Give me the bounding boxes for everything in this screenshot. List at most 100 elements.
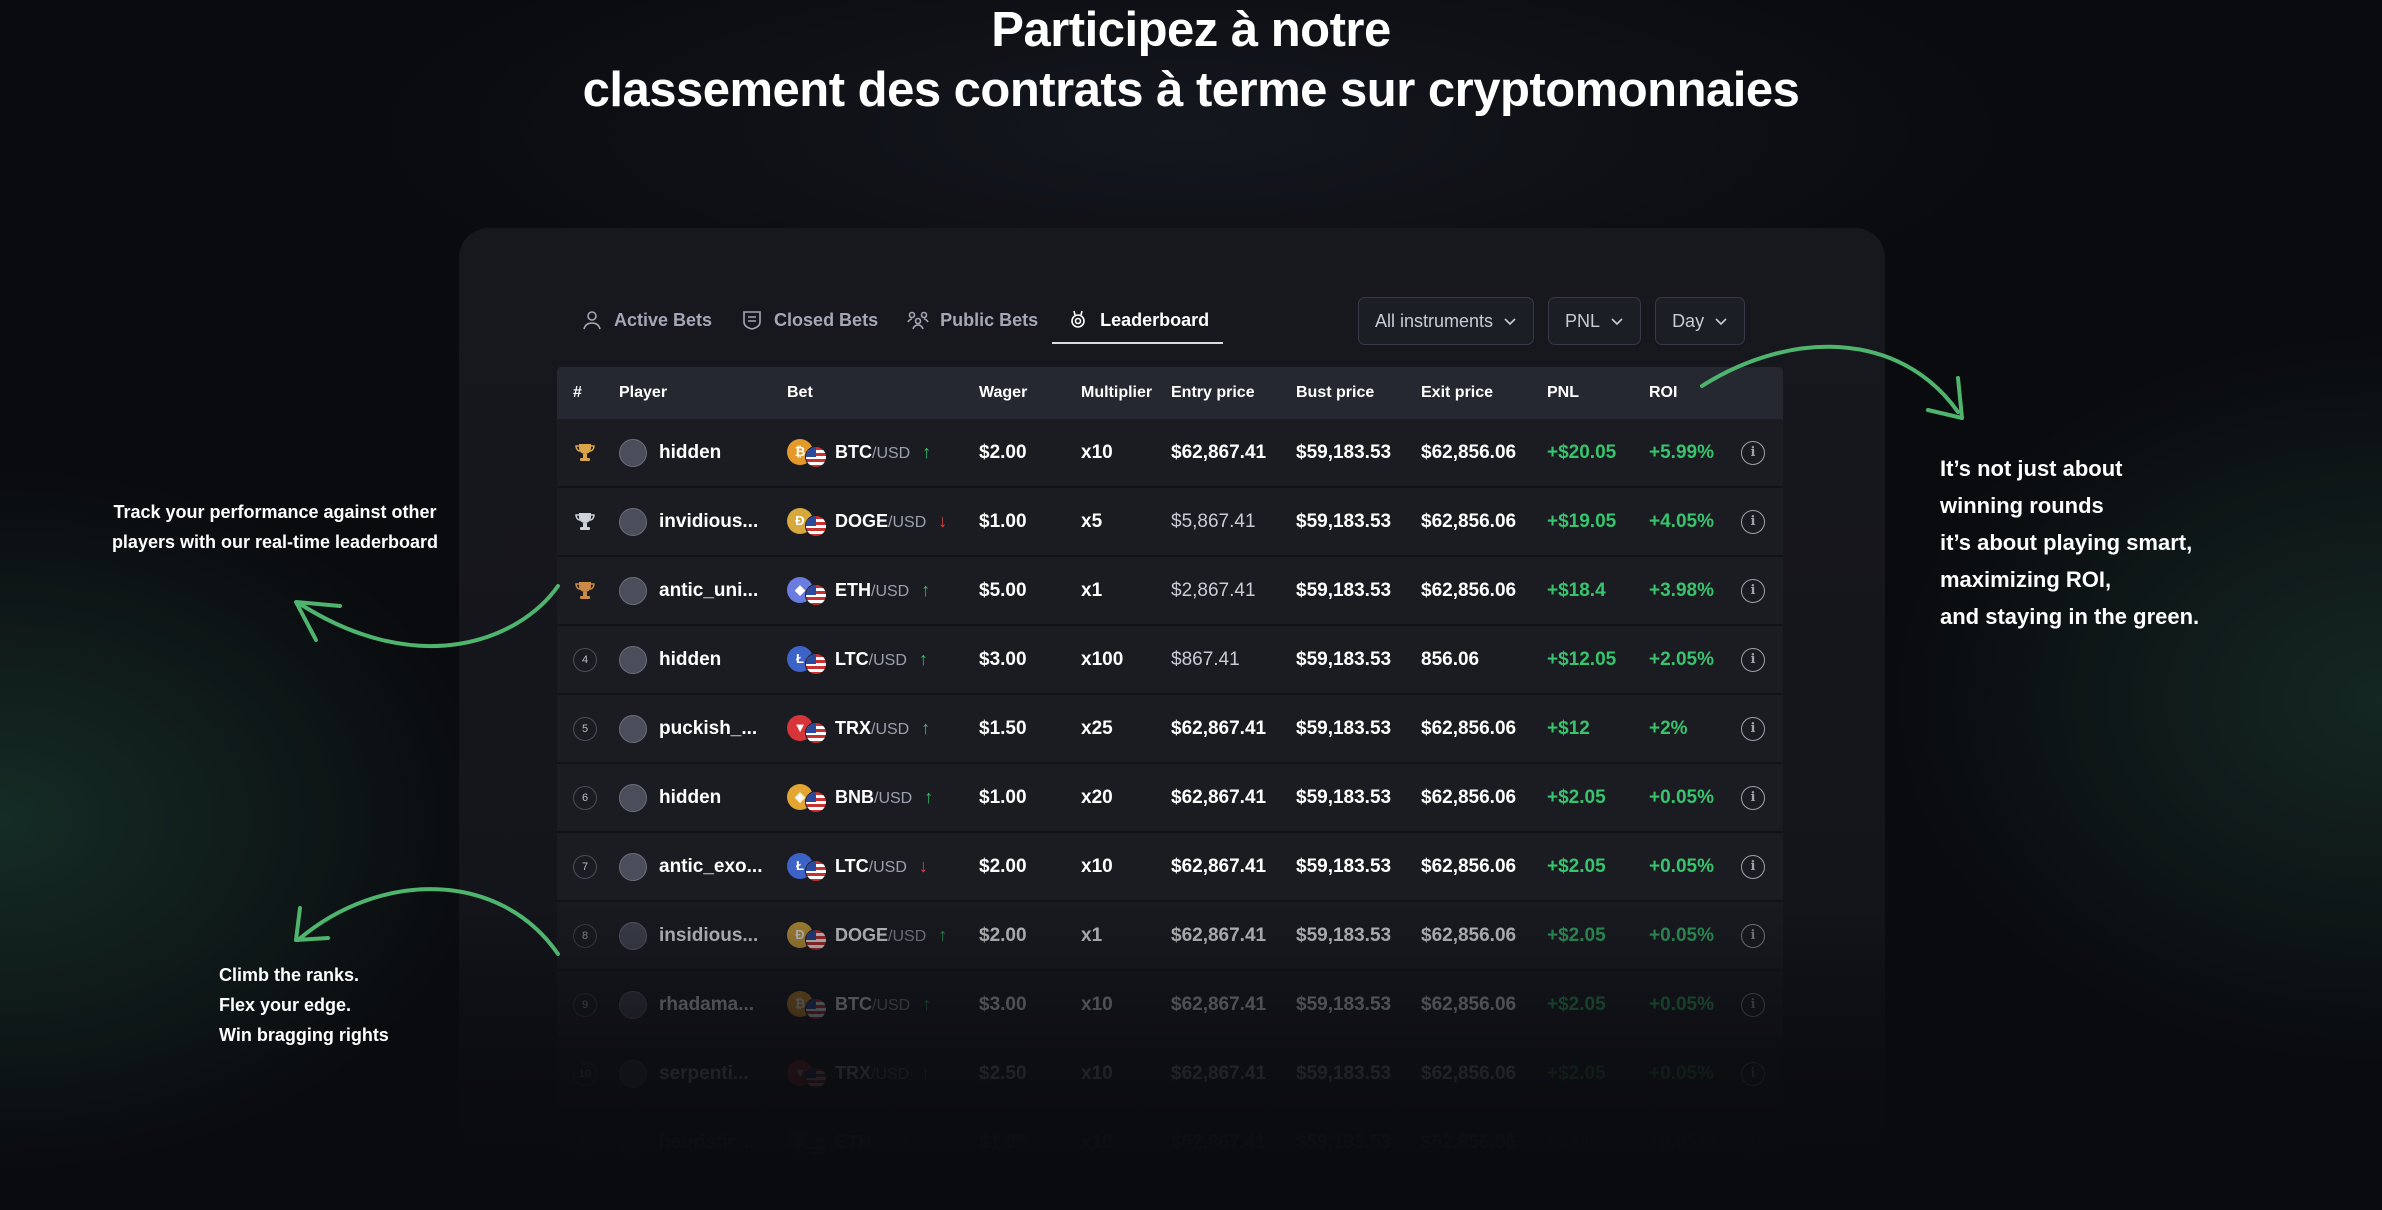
rank-badge: 11 [573,1130,597,1155]
tab-leaderboard[interactable]: Leaderboard [1052,298,1224,344]
bust-price-cell: $59,183.53 [1296,993,1392,1015]
rank-cell: 5 [557,716,619,741]
table-row[interactable]: 9 rhadama... ₿ BTC/USD ↑ $3.00 x10 $62,8… [557,971,1783,1040]
info-icon[interactable]: i [1741,1061,1765,1086]
roi-cell: +0.05% [1649,1131,1714,1153]
quote-currency: /USD [868,858,907,876]
tab-closed-bets-label: Closed Bets [774,309,879,330]
arrowhead-right [1926,376,1964,420]
info-icon[interactable]: i [1741,716,1765,741]
direction-up-icon: ↑ [924,787,934,807]
coin-symbol: DOGE [835,924,889,945]
player-cell[interactable]: antic_uni... [619,576,787,605]
headline-line-1: Participez à notre [991,3,1391,57]
bet-cell: Ł LTC/USD ↓ [787,852,979,882]
info-cell[interactable]: i [1741,509,1781,534]
table-row[interactable]: antic_uni... ◆ ETH/USD ↑ $5.00 x1 $2,867… [557,557,1783,626]
info-cell[interactable]: i [1741,923,1781,948]
coin-pair-icon: Ł [787,852,827,882]
tab-closed-bets[interactable]: Closed Bets [726,298,892,342]
direction-up-icon: ↑ [921,718,931,738]
note-line: Flex your edge. [219,995,352,1015]
info-cell[interactable]: i [1741,854,1781,879]
quote-currency: /USD [872,996,911,1014]
player-cell[interactable]: rhadama... [619,990,787,1019]
info-icon[interactable]: i [1741,509,1765,534]
table-row[interactable]: 4 hidden Ł LTC/USD ↑ $3.00 x100 $867.41 … [557,626,1783,695]
player-cell[interactable]: puckish_... [619,714,787,743]
player-cell[interactable]: insidious... [619,921,787,950]
player-name: hidden [659,441,722,463]
multiplier-cell: x1 [1081,924,1103,946]
info-cell[interactable]: i [1741,440,1781,465]
player-cell[interactable]: serpenti... [619,1059,787,1088]
player-name: invidious... [659,510,759,532]
table-row[interactable]: 7 antic_exo... Ł LTC/USD ↓ $2.00 x10 $62… [557,833,1783,902]
player-cell[interactable]: invidious... [619,507,787,536]
roi-cell: +0.05% [1649,993,1714,1015]
table-row[interactable]: 8 insidious... Ð DOGE/USD ↑ $2.00 x1 $62… [557,902,1783,971]
bet-cell: ◆ ETH/USD ↑ [787,1128,979,1158]
note-play-smart: It’s not just about winning rounds it’s … [1940,450,2270,635]
coin-pair-icon: ◈ [787,783,827,813]
usd-flag-icon [805,859,827,882]
entry-price-cell: $62,867.41 [1171,1131,1267,1153]
roi-cell: +0.05% [1649,1062,1714,1084]
pnl-cell: +$18.4 [1547,579,1606,601]
table-row[interactable]: hidden ₿ BTC/USD ↑ $2.00 x10 $62,867.41 … [557,419,1783,488]
wager-cell: $1.00 [979,510,1027,532]
rank-badge: 4 [573,647,597,672]
info-icon[interactable]: i [1741,992,1765,1017]
coin-pair-icon: ◆ [787,576,827,606]
player-cell[interactable]: heuristic... [619,1128,787,1157]
rank-badge: 5 [573,716,597,741]
info-icon[interactable]: i [1741,647,1765,672]
table-row[interactable]: invidious... Ð DOGE/USD ↓ $1.00 x5 $5,86… [557,488,1783,557]
wager-cell: $3.00 [979,648,1027,670]
info-cell[interactable]: i [1741,992,1781,1017]
info-cell[interactable]: i [1741,785,1781,810]
info-icon[interactable]: i [1741,785,1765,810]
avatar [619,1059,647,1088]
info-icon[interactable]: i [1741,854,1765,879]
info-icon[interactable]: i [1741,440,1765,465]
coin-symbol: BTC [835,441,872,462]
bet-cell: ◆ ETH/USD ↑ [787,576,979,606]
note-line: it’s about playing smart, [1940,530,2193,555]
player-name: rhadama... [659,993,755,1015]
coin-symbol: BTC [835,993,872,1014]
table-row[interactable]: 5 puckish_... ▼ TRX/USD ↑ $1.50 x25 $62,… [557,695,1783,764]
info-cell[interactable]: i [1741,1130,1781,1155]
multiplier-cell: x100 [1081,648,1124,670]
info-cell[interactable]: i [1741,1061,1781,1086]
tab-active-bets[interactable]: Active Bets [566,298,726,342]
info-icon[interactable]: i [1741,1130,1765,1155]
note-line: maximizing ROI, [1940,567,2112,592]
table-row[interactable]: 10 serpenti... ▼ TRX/USD ↑ $2.50 x10 $62… [557,1040,1783,1109]
rank-cell: 6 [557,785,619,810]
player-cell[interactable]: antic_exo... [619,852,787,881]
info-icon[interactable]: i [1741,923,1765,948]
bronze-trophy-icon [575,581,595,599]
coin-pair-icon: ◆ [787,1128,827,1158]
trophy-icon [1071,310,1085,328]
player-cell[interactable]: hidden [619,783,787,812]
tab-public-bets[interactable]: Public Bets [892,298,1052,342]
coin-symbol: BNB [835,786,874,807]
info-cell[interactable]: i [1741,578,1781,603]
player-cell[interactable]: hidden [619,645,787,674]
bust-price-cell: $59,183.53 [1296,510,1392,532]
gold-trophy-icon [575,443,595,461]
instruments-dropdown[interactable]: All instruments [1358,297,1535,345]
metric-dropdown[interactable]: PNL [1548,297,1642,345]
period-dropdown[interactable]: Day [1655,297,1746,345]
usd-flag-icon [805,514,827,537]
table-row[interactable]: 11 heuristic... ◆ ETH/USD ↑ $1.00 x10 $6… [557,1109,1783,1178]
info-cell[interactable]: i [1741,647,1781,672]
table-row[interactable]: 6 hidden ◈ BNB/USD ↑ $1.00 x20 $62,867.4… [557,764,1783,833]
player-cell[interactable]: hidden [619,438,787,467]
info-cell[interactable]: i [1741,716,1781,741]
info-icon[interactable]: i [1741,578,1765,603]
rank-badge: 9 [573,992,597,1017]
direction-up-icon: ↑ [922,994,932,1014]
